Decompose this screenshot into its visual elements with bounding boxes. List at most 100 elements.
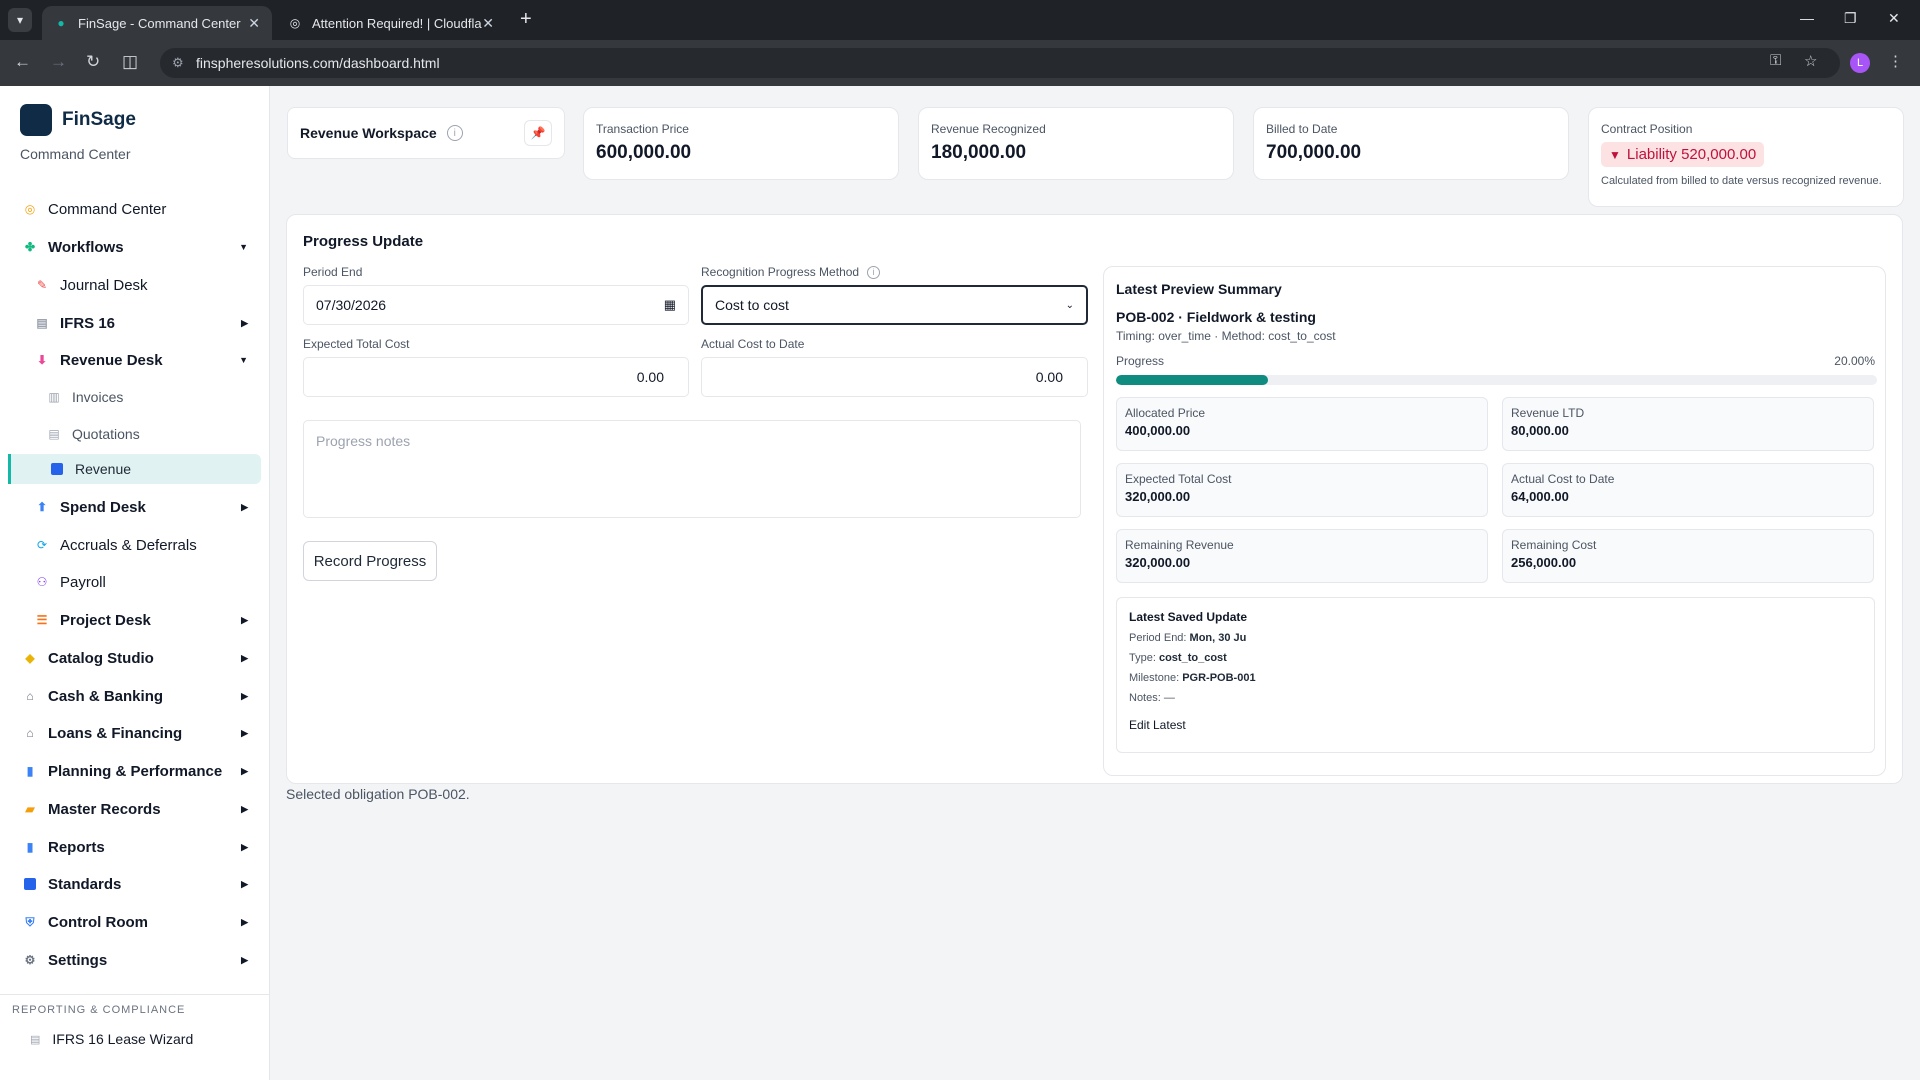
progress-notes-placeholder: Progress notes (316, 433, 411, 449)
browser-menu-icon[interactable]: ⋮ (1888, 52, 1903, 70)
sidebar-item-quotations[interactable]: ▤ Quotations (0, 419, 270, 449)
progress-label: Progress (1116, 354, 1165, 368)
actual-cost-input[interactable]: 0.00 (701, 357, 1088, 397)
tab-search-button[interactable]: ▾ (8, 8, 32, 32)
caret-right-icon: ▶ (241, 765, 248, 776)
method-label: Recognition Progress Method (701, 265, 860, 279)
bar-chart-icon: ▮ (26, 764, 34, 778)
password-key-icon[interactable]: ⚿ (1770, 52, 1781, 69)
folder-icon: ▰ (25, 802, 35, 816)
calendar-icon[interactable]: ▦ (664, 297, 676, 313)
kpi-label: Contract Position (1601, 122, 1693, 136)
page-icon: ▤ (36, 316, 48, 330)
caret-right-icon: ▶ (241, 317, 248, 328)
sidebar-item-planning-performance[interactable]: ▮ Planning & Performance ▶ (0, 756, 270, 786)
progress-bar (1116, 375, 1877, 385)
sidebar-item-workflows[interactable]: ✤ Workflows ▼ (0, 232, 270, 262)
period-end-value: 07/30/2026 (316, 297, 387, 313)
preview-obligation: POB-002 · Fieldwork & testing (1116, 309, 1316, 325)
sidebar-item-revenue[interactable]: Revenue (8, 454, 261, 484)
close-tab-icon[interactable]: ✕ (482, 15, 494, 32)
progress-percent: 20.00% (1834, 354, 1875, 368)
split-view-icon[interactable]: ◫ (122, 52, 138, 72)
stat-revenue-ltd: Revenue LTD 80,000.00 (1502, 397, 1874, 451)
sidebar-item-journal-desk[interactable]: ✎ Journal Desk (0, 270, 270, 300)
sidebar-item-label: Revenue Desk (60, 351, 163, 369)
stat-label: Actual Cost to Date (1511, 472, 1615, 486)
brand-name: FinSage (62, 109, 136, 130)
method-select[interactable]: Cost to cost ⌄ (701, 285, 1088, 325)
edit-latest-link[interactable]: Edit Latest (1129, 718, 1862, 732)
sidebar-item-ifrs16-lease-wizard[interactable]: ▤ IFRS 16 Lease Wizard (30, 1031, 193, 1047)
sidebar-item-spend-desk[interactable]: ⬆ Spend Desk ▶ (0, 492, 270, 522)
sidebar-item-control-room[interactable]: ⛨ Control Room ▶ (0, 907, 270, 937)
saved-value: PGR-POB-001 (1182, 672, 1256, 684)
outbox-icon: ⬆ (36, 500, 48, 514)
close-window-icon[interactable]: ✕ (1888, 10, 1900, 27)
caret-down-icon: ▼ (239, 355, 248, 365)
bookmark-star-icon[interactable]: ☆ (1804, 52, 1817, 70)
saved-value: — (1163, 692, 1175, 704)
close-tab-icon[interactable]: ✕ (248, 15, 260, 32)
browser-tab-bar: ▾ ● FinSage - Command Center ✕ ◎ Attenti… (0, 0, 1920, 40)
reload-icon[interactable]: ↻ (86, 52, 100, 72)
sidebar-item-loans-financing[interactable]: ⌂ Loans & Financing ▶ (0, 718, 270, 748)
info-icon[interactable]: i (446, 125, 463, 141)
sidebar-item-settings[interactable]: ⚙ Settings ▶ (0, 945, 270, 975)
record-progress-button[interactable]: Record Progress (303, 541, 437, 581)
progress-notes-textarea[interactable]: Progress notes (303, 420, 1081, 518)
caret-right-icon: ▶ (241, 954, 248, 965)
period-end-label: Period End (303, 265, 363, 279)
period-end-input[interactable]: 07/30/2026 ▦ (303, 285, 689, 325)
sidebar-item-accruals-deferrals[interactable]: ⟳ Accruals & Deferrals (0, 530, 270, 560)
address-bar[interactable]: ⚙ finspheresolutions.com/dashboard.html (160, 48, 1840, 78)
target-icon: ◎ (24, 202, 36, 216)
sidebar-item-project-desk[interactable]: ☰ Project Desk ▶ (0, 605, 270, 635)
sidebar-divider (0, 994, 270, 995)
latest-preview-summary: Latest Preview Summary POB-002 · Fieldwo… (1103, 266, 1886, 776)
sidebar-item-reports[interactable]: ▮ Reports ▶ (0, 832, 270, 862)
saved-label: Period End: (1129, 632, 1187, 644)
sidebar-item-cash-banking[interactable]: ⌂ Cash & Banking ▶ (0, 681, 270, 711)
sidebar-item-master-records[interactable]: ▰ Master Records ▶ (0, 794, 270, 824)
tab-title: Attention Required! | Cloudflare (312, 15, 483, 31)
main-content: Revenue Workspace i 📌 Transaction Price … (270, 86, 1920, 1080)
sidebar-item-label: Accruals & Deferrals (60, 536, 197, 554)
restore-icon[interactable]: ❐ (1844, 10, 1857, 27)
profile-avatar[interactable]: L (1850, 53, 1870, 73)
kpi-value: 700,000.00 (1266, 142, 1362, 163)
stat-value: 256,000.00 (1511, 555, 1577, 570)
actual-cost-label: Actual Cost to Date (701, 337, 805, 351)
back-icon[interactable]: ← (14, 52, 31, 72)
stat-label: Expected Total Cost (1125, 472, 1232, 486)
info-icon[interactable]: i (867, 265, 881, 279)
preview-meta: Timing: over_time · Method: cost_to_cost (1116, 329, 1336, 343)
browser-tab-active[interactable]: ● FinSage - Command Center ✕ (42, 6, 272, 40)
caret-right-icon: ▶ (241, 878, 248, 889)
saved-milestone: Milestone: PGR-POB-001 (1129, 672, 1862, 684)
finsage-favicon-icon: ● (57, 16, 65, 30)
brand[interactable]: FinSage (20, 104, 136, 136)
stat-value: 320,000.00 (1125, 555, 1191, 570)
expected-cost-input[interactable]: 0.00 (303, 357, 689, 397)
pin-icon: 📌 (530, 126, 546, 140)
stat-actual-cost-to-date: Actual Cost to Date 64,000.00 (1502, 463, 1874, 517)
sidebar-item-label: Cash & Banking (48, 687, 164, 705)
sidebar-item-payroll[interactable]: ⚇ Payroll (0, 567, 270, 597)
sidebar-item-label: Control Room (48, 913, 148, 931)
sidebar-item-catalog-studio[interactable]: ◆ Catalog Studio ▶ (0, 643, 270, 673)
sidebar-item-invoices[interactable]: ▥ Invoices (0, 382, 270, 412)
sidebar-item-standards[interactable]: Standards ▶ (0, 869, 270, 899)
browser-tab[interactable]: ◎ Attention Required! | Cloudflare ✕ (276, 6, 506, 40)
pin-button[interactable]: 📌 (524, 120, 552, 146)
minimize-icon[interactable]: — (1800, 10, 1814, 26)
brand-logo-icon (20, 104, 52, 136)
stat-label: Remaining Cost (1511, 538, 1597, 552)
sidebar-item-command-center[interactable]: ◎ Command Center (0, 194, 270, 224)
sidebar-item-ifrs16[interactable]: ▤ IFRS 16 ▶ (0, 308, 270, 338)
sidebar-item-revenue-desk[interactable]: ⬇ Revenue Desk ▼ (0, 345, 270, 375)
site-info-icon[interactable]: ⚙ (172, 55, 184, 71)
stat-value: 64,000.00 (1511, 489, 1569, 504)
forward-icon[interactable]: → (50, 52, 67, 72)
new-tab-button[interactable]: + (520, 8, 532, 31)
